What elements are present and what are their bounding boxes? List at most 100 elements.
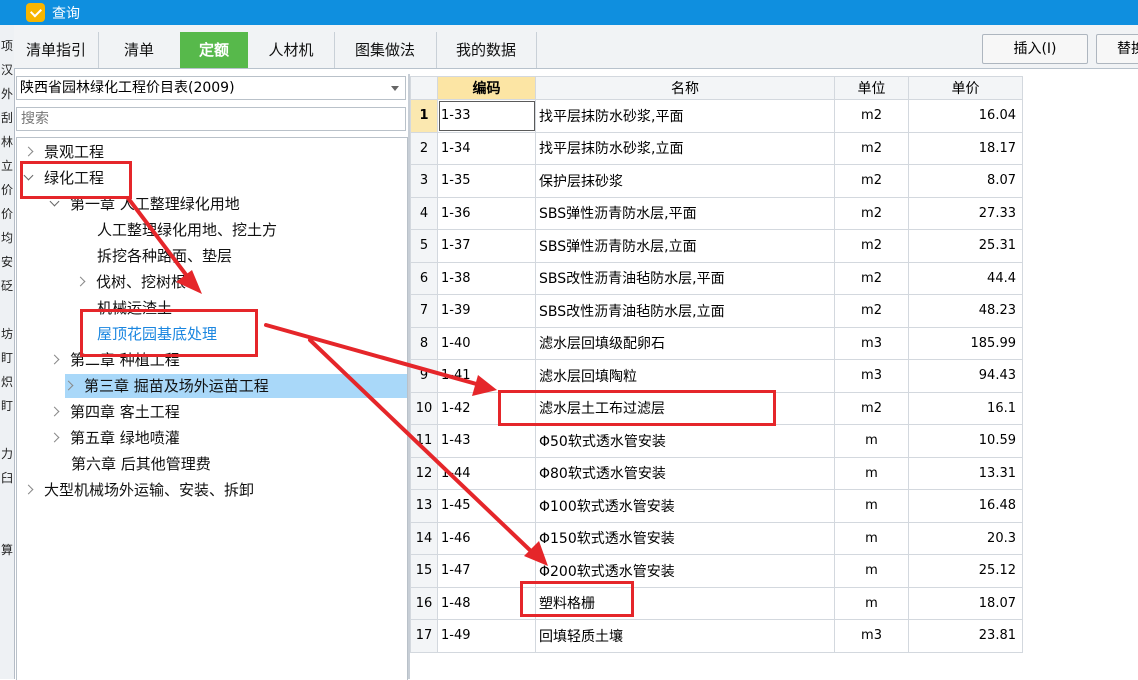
table-row[interactable]: 2 1-34 找平层抹防水砂浆,立面 m2 18.17 bbox=[410, 131, 1023, 165]
library-select[interactable]: 陕西省园林绿化工程价目表(2009) bbox=[16, 76, 406, 100]
row-number[interactable]: 4 bbox=[410, 196, 438, 230]
cell-price[interactable]: 16.48 bbox=[908, 489, 1023, 523]
cell-code[interactable]: 1-37 bbox=[437, 229, 536, 263]
row-number[interactable]: 11 bbox=[410, 424, 438, 458]
table-row[interactable]: 3 1-35 保护层抹砂浆 m2 8.07 bbox=[410, 164, 1023, 198]
cell-unit[interactable]: m2 bbox=[834, 261, 909, 295]
cell-unit[interactable]: m bbox=[834, 554, 909, 588]
tree-node[interactable]: 第一章 人工整理绿化用地 bbox=[49, 192, 240, 216]
table-row[interactable]: 11 1-43 Φ50软式透水管安装 m 10.59 bbox=[410, 424, 1023, 458]
cell-unit[interactable]: m bbox=[834, 424, 909, 458]
tab-bill[interactable]: 清单 bbox=[98, 32, 181, 68]
cell-price[interactable]: 13.31 bbox=[908, 456, 1023, 490]
cell-unit[interactable]: m3 bbox=[834, 359, 909, 393]
cell-name[interactable]: Φ80软式透水管安装 bbox=[535, 456, 835, 490]
cell-unit[interactable]: m3 bbox=[834, 619, 909, 653]
cell-unit[interactable]: m2 bbox=[834, 164, 909, 198]
chevron-right-icon[interactable] bbox=[75, 276, 86, 287]
tab-quota[interactable]: 定额 bbox=[180, 32, 248, 68]
tree-node[interactable]: 第六章 后其他管理费 bbox=[51, 452, 211, 476]
cell-code[interactable]: 1-48 bbox=[437, 586, 536, 620]
tree-node[interactable]: 景观工程 bbox=[23, 140, 104, 164]
chevron-down-icon[interactable] bbox=[49, 196, 60, 207]
cell-name[interactable]: 滤水层回填陶粒 bbox=[535, 359, 835, 393]
column-header-price[interactable]: 单价 bbox=[908, 76, 1023, 100]
column-header-code[interactable]: 编码 bbox=[437, 76, 536, 100]
cell-unit[interactable]: m bbox=[834, 456, 909, 490]
cell-unit[interactable]: m2 bbox=[834, 196, 909, 230]
row-number[interactable]: 10 bbox=[410, 391, 438, 425]
chevron-right-icon[interactable] bbox=[23, 146, 34, 157]
cell-name[interactable]: SBS弹性沥青防水层,平面 bbox=[535, 196, 835, 230]
cell-price[interactable]: 8.07 bbox=[908, 164, 1023, 198]
cell-name[interactable]: 找平层抹防水砂浆,立面 bbox=[535, 131, 835, 165]
cell-unit[interactable]: m3 bbox=[834, 326, 909, 360]
tab-bill-guide[interactable]: 清单指引 bbox=[14, 32, 99, 68]
cell-name[interactable]: 滤水层回填级配卵石 bbox=[535, 326, 835, 360]
cell-name[interactable]: 滤水层土工布过滤层 bbox=[535, 391, 835, 425]
cell-unit[interactable]: m bbox=[834, 586, 909, 620]
cell-unit[interactable]: m2 bbox=[834, 391, 909, 425]
table-row[interactable]: 13 1-45 Φ100软式透水管安装 m 16.48 bbox=[410, 489, 1023, 523]
cell-code[interactable]: 1-34 bbox=[437, 131, 536, 165]
tree-node[interactable]: 屋顶花园基底处理 bbox=[77, 322, 217, 346]
table-row[interactable]: 1 1-33 找平层抹防水砂浆,平面 m2 16.04 bbox=[410, 99, 1023, 133]
insert-button[interactable]: 插入(I) bbox=[982, 34, 1088, 64]
cell-price[interactable]: 23.81 bbox=[908, 619, 1023, 653]
row-number[interactable]: 9 bbox=[410, 359, 438, 393]
cell-unit[interactable]: m2 bbox=[834, 294, 909, 328]
search-box[interactable] bbox=[16, 107, 406, 131]
cell-code[interactable]: 1-43 bbox=[437, 424, 536, 458]
row-number[interactable]: 12 bbox=[410, 456, 438, 490]
cell-name[interactable]: SBS改性沥青油毡防水层,立面 bbox=[535, 294, 835, 328]
cell-price[interactable]: 185.99 bbox=[908, 326, 1023, 360]
table-row[interactable]: 7 1-39 SBS改性沥青油毡防水层,立面 m2 48.23 bbox=[410, 294, 1023, 328]
cell-unit[interactable]: m bbox=[834, 521, 909, 555]
tab-labor-material-machine[interactable]: 人材机 bbox=[248, 32, 335, 68]
cell-code[interactable]: 1-44 bbox=[437, 456, 536, 490]
row-number[interactable]: 16 bbox=[410, 586, 438, 620]
search-input[interactable] bbox=[19, 108, 403, 130]
tab-atlas-method[interactable]: 图集做法 bbox=[334, 32, 437, 68]
row-number[interactable]: 17 bbox=[410, 619, 438, 653]
table-row[interactable]: 8 1-40 滤水层回填级配卵石 m3 185.99 bbox=[410, 326, 1023, 360]
cell-unit[interactable]: m bbox=[834, 489, 909, 523]
cell-name[interactable]: Φ50软式透水管安装 bbox=[535, 424, 835, 458]
table-row[interactable]: 12 1-44 Φ80软式透水管安装 m 13.31 bbox=[410, 456, 1023, 490]
cell-code[interactable]: 1-46 bbox=[437, 521, 536, 555]
row-number[interactable]: 6 bbox=[410, 261, 438, 295]
row-number[interactable]: 1 bbox=[410, 99, 438, 133]
tree-node[interactable]: 拆挖各种路面、垫层 bbox=[77, 244, 232, 268]
chevron-right-icon[interactable] bbox=[49, 406, 60, 417]
table-row[interactable]: 16 1-48 塑料格栅 m 18.07 bbox=[410, 586, 1023, 620]
cell-price[interactable]: 25.12 bbox=[908, 554, 1023, 588]
row-number[interactable]: 3 bbox=[410, 164, 438, 198]
cell-name[interactable]: 保护层抹砂浆 bbox=[535, 164, 835, 198]
cell-price[interactable]: 16.1 bbox=[908, 391, 1023, 425]
chevron-right-icon[interactable] bbox=[63, 380, 74, 391]
cell-code[interactable]: 1-39 bbox=[437, 294, 536, 328]
table-row[interactable]: 9 1-41 滤水层回填陶粒 m3 94.43 bbox=[410, 359, 1023, 393]
row-number[interactable]: 5 bbox=[410, 229, 438, 263]
cell-code[interactable]: 1-40 bbox=[437, 326, 536, 360]
cell-code[interactable]: 1-47 bbox=[437, 554, 536, 588]
cell-code[interactable]: 1-45 bbox=[437, 489, 536, 523]
tree-node[interactable]: 第三章 掘苗及场外运苗工程 bbox=[63, 374, 407, 398]
table-row[interactable]: 10 1-42 滤水层土工布过滤层 m2 16.1 bbox=[410, 391, 1023, 425]
cell-unit[interactable]: m2 bbox=[834, 99, 909, 133]
cell-price[interactable]: 10.59 bbox=[908, 424, 1023, 458]
tree-node[interactable]: 第二章 种植工程 bbox=[49, 348, 180, 372]
chevron-right-icon[interactable] bbox=[49, 354, 60, 365]
cell-code[interactable]: 1-49 bbox=[437, 619, 536, 653]
cell-price[interactable]: 16.04 bbox=[908, 99, 1023, 133]
table-row[interactable]: 17 1-49 回填轻质土壤 m3 23.81 bbox=[410, 619, 1023, 653]
column-header-unit[interactable]: 单位 bbox=[834, 76, 909, 100]
cell-unit[interactable]: m2 bbox=[834, 131, 909, 165]
cell-code[interactable]: 1-42 bbox=[437, 391, 536, 425]
table-row[interactable]: 5 1-37 SBS弹性沥青防水层,立面 m2 25.31 bbox=[410, 229, 1023, 263]
column-header-name[interactable]: 名称 bbox=[535, 76, 835, 100]
row-number[interactable]: 8 bbox=[410, 326, 438, 360]
cell-name[interactable]: 塑料格栅 bbox=[535, 586, 835, 620]
table-row[interactable]: 15 1-47 Φ200软式透水管安装 m 25.12 bbox=[410, 554, 1023, 588]
cell-code[interactable]: 1-33 bbox=[437, 99, 536, 133]
